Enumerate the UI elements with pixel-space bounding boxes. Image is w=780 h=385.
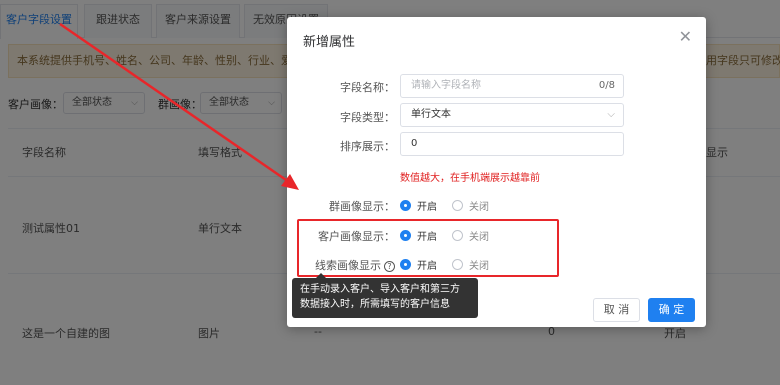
field-name-label: 字段名称：	[340, 81, 395, 94]
sort-order-hint: 数值越大，在手机端展示越靠前	[400, 173, 540, 184]
radio-unchecked-icon	[452, 200, 463, 211]
radio-checked-icon	[400, 200, 411, 211]
tooltip-line-1: 在手动录入客户、导入客户和第三方	[300, 284, 460, 295]
sort-order-label: 排序展示：	[340, 140, 395, 153]
highlight-box	[297, 219, 559, 277]
field-type-select[interactable]: 单行文本 ⌵	[400, 103, 624, 127]
group-profile-off-radio[interactable]: 关闭	[452, 198, 489, 213]
field-name-placeholder: 请输入字段名称	[411, 80, 481, 91]
field-type-label: 字段类型：	[340, 111, 395, 124]
field-name-input[interactable]: 请输入字段名称 0/8	[400, 74, 624, 98]
help-tooltip: 在手动录入客户、导入客户和第三方 数据接入时，所需填写的客户信息	[292, 273, 478, 318]
tooltip-line-2: 数据接入时，所需填写的客户信息	[300, 299, 450, 310]
group-profile-display-label: 群画像显示：	[329, 200, 395, 213]
dialog-title: 新增属性	[303, 35, 356, 50]
group-profile-on-radio[interactable]: 开启	[400, 198, 437, 213]
confirm-button[interactable]: 确 定	[648, 298, 695, 322]
sort-order-input[interactable]: 0	[400, 132, 624, 156]
close-icon[interactable]: ✕	[679, 27, 692, 46]
cancel-button[interactable]: 取 消	[593, 298, 640, 322]
field-name-char-count: 0/8	[598, 80, 615, 91]
chevron-down-icon: ⌵	[607, 109, 615, 120]
